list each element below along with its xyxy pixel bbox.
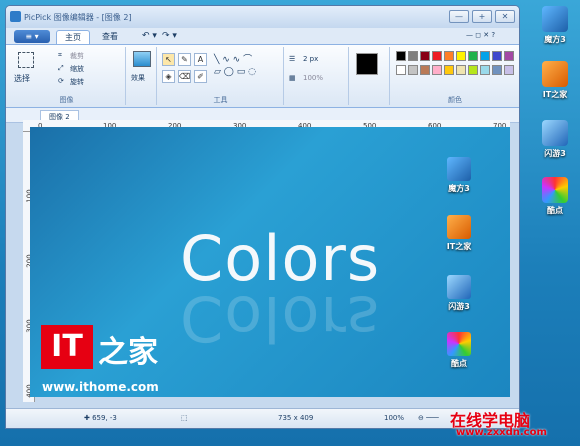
opacity-icon: ▦: [289, 74, 296, 82]
palette-swatch[interactable]: [444, 65, 454, 75]
crop-button[interactable]: 裁剪: [70, 51, 84, 61]
primary-color-swatch[interactable]: [356, 53, 378, 75]
palette-swatch[interactable]: [432, 51, 442, 61]
zoom-level: 100%: [384, 414, 405, 422]
shapes-icon[interactable]: ▱ ◯ ▭ ◌: [214, 67, 256, 77]
canvas-icon-ithome: IT之家: [439, 215, 479, 252]
canvas-icon-shanyou: 闪游3: [439, 275, 479, 312]
palette-swatch[interactable]: [444, 51, 454, 61]
window-controls-icons[interactable]: — ◻ ✕ ?: [466, 31, 495, 39]
ribbon-tabs: ≡ ▾ 主页 查看 ↶ ▾ ↷ ▾ — ◻ ✕ ?: [6, 28, 519, 44]
app-icon: [10, 11, 21, 22]
palette-swatch[interactable]: [480, 51, 490, 61]
shapes-lines-icon[interactable]: ╲ ∿ ∿ ⌒: [214, 52, 252, 65]
image-group-label: 图像: [59, 96, 74, 104]
palette-swatch[interactable]: [396, 65, 406, 75]
desktop-icon-shanyou[interactable]: 闪游3: [533, 120, 577, 159]
resize-button[interactable]: 缩放: [70, 64, 84, 74]
palette-swatch[interactable]: [420, 65, 430, 75]
effects-button[interactable]: 效果: [131, 73, 145, 83]
palette-swatch[interactable]: [456, 65, 466, 75]
selection-icon: ⬚: [181, 414, 188, 422]
colors-group: 颜色: [392, 47, 518, 105]
desktop-icon-mofang[interactable]: 魔方3: [533, 6, 577, 45]
redo-icon[interactable]: ↷ ▾: [162, 31, 177, 41]
ribbon-panel: 选择 ⌗ 裁剪 ⤢ 缩放 ⟳ 旋转 图像 效果 ↖ ✎ A ◈ ⌫ ✐ ╲ ∿ …: [6, 44, 519, 108]
desktop-icon-kudian[interactable]: 酷点: [533, 177, 577, 216]
status-bar: ✚ 659, -3 ⬚ 735 x 409 100% ⊖ ───: [6, 408, 519, 428]
close-button[interactable]: ✕: [495, 10, 515, 23]
rotate-icon: ⟳: [58, 77, 64, 85]
effects-icon: [133, 51, 151, 67]
tab-view[interactable]: 查看: [94, 30, 126, 44]
palette-swatch[interactable]: [432, 65, 442, 75]
ithome-icon: [542, 61, 568, 87]
palette-swatch[interactable]: [408, 65, 418, 75]
resize-icon: ⤢: [58, 64, 64, 72]
minimize-button[interactable]: —: [449, 10, 469, 23]
mofang-icon: [542, 6, 568, 32]
canvas-icon-kudian: 酷点: [439, 332, 479, 369]
colors-reflection: Colors: [180, 282, 381, 355]
color-select-group: [350, 47, 390, 105]
palette-swatch[interactable]: [504, 65, 514, 75]
maximize-button[interactable]: +: [472, 10, 492, 23]
rotate-button[interactable]: 旋转: [70, 77, 84, 87]
undo-icon[interactable]: ↶ ▾: [142, 31, 157, 41]
window-title: PicPick 图像编辑器 - [图像 2]: [24, 13, 132, 22]
ithome-logo-text: 之家: [98, 335, 158, 370]
kudian-icon: [542, 177, 568, 203]
palette-swatch[interactable]: [420, 51, 430, 61]
crop-icon: ⌗: [58, 51, 62, 59]
eraser-tool-icon[interactable]: ⌫: [178, 70, 191, 83]
shanyou-icon: [447, 275, 471, 299]
palette-swatch[interactable]: [408, 51, 418, 61]
image-group: 选择 ⌗ 裁剪 ⤢ 缩放 ⟳ 旋转 图像: [8, 47, 126, 105]
stroke-size[interactable]: 2 px: [303, 55, 318, 63]
tools-group: ↖ ✎ A ◈ ⌫ ✐ ╲ ∿ ∿ ⌒ ▱ ◯ ▭ ◌ 工具: [158, 47, 284, 105]
picker-tool-icon[interactable]: ✐: [194, 70, 207, 83]
stroke-icon: ☰: [289, 55, 296, 63]
fill-tool-icon[interactable]: ◈: [162, 70, 175, 83]
mofang-icon: [447, 157, 471, 181]
image-size: 735 x 409: [278, 414, 314, 422]
ithome-url: www.ithome.com: [42, 380, 159, 394]
title-bar: PicPick 图像编辑器 - [图像 2] — + ✕: [6, 6, 519, 28]
ithome-logo: IT: [41, 325, 93, 369]
watermark-url: www.zxxdn.com: [456, 427, 547, 438]
palette-swatch[interactable]: [468, 51, 478, 61]
effects-group: 效果: [127, 47, 157, 105]
palette-swatch[interactable]: [468, 65, 478, 75]
tab-home[interactable]: 主页: [56, 30, 90, 44]
select-icon: [18, 52, 34, 68]
canvas-icon-mofang: 魔方3: [439, 157, 479, 194]
palette-swatch[interactable]: [492, 51, 502, 61]
stroke-group: ☰ 2 px ▦ 100%: [285, 47, 349, 105]
palette-swatch[interactable]: [504, 51, 514, 61]
cursor-position: ✚ 659, -3: [84, 414, 117, 422]
palette-swatch[interactable]: [456, 51, 466, 61]
tools-group-label: 工具: [213, 96, 228, 104]
shanyou-icon: [542, 120, 568, 146]
palette-swatch[interactable]: [396, 51, 406, 61]
kudian-icon: [447, 332, 471, 356]
opacity-value[interactable]: 100%: [303, 74, 323, 82]
desktop-icon-ithome[interactable]: IT之家: [533, 61, 577, 100]
ithome-icon: [447, 215, 471, 239]
colors-group-label: 颜色: [448, 96, 462, 104]
zoom-slider[interactable]: ⊖ ───: [418, 414, 439, 422]
app-menu-button[interactable]: ≡ ▾: [14, 30, 50, 43]
pen-tool-icon[interactable]: ✎: [178, 53, 191, 66]
pointer-tool-icon[interactable]: ↖: [162, 53, 175, 66]
palette-swatch[interactable]: [480, 65, 490, 75]
palette-swatch[interactable]: [492, 65, 502, 75]
select-button[interactable]: 选择: [14, 73, 30, 84]
text-tool-icon[interactable]: A: [194, 53, 207, 66]
